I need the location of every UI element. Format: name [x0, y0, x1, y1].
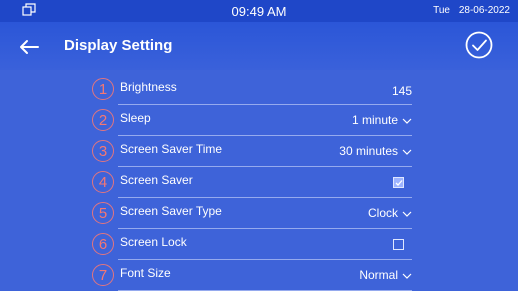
- setting-label: Screen Saver Time: [120, 142, 223, 156]
- annotation-number: 4: [92, 171, 114, 193]
- chevron-down-icon: [402, 118, 412, 124]
- setting-row-screen-lock[interactable]: 6 Screen Lock: [92, 229, 422, 260]
- setting-row-screen-saver[interactable]: 4 Screen Saver: [92, 167, 422, 198]
- setting-label: Sleep: [120, 111, 151, 125]
- annotation-number: 3: [92, 140, 114, 162]
- screen-saver-checkbox[interactable]: [393, 177, 404, 188]
- chevron-down-icon: [402, 149, 412, 155]
- annotation-number: 2: [92, 109, 114, 131]
- back-arrow-icon[interactable]: [18, 36, 40, 58]
- chevron-down-icon: [402, 273, 412, 279]
- setting-value: 30 minutes: [339, 144, 412, 158]
- status-date: 28-06-2022: [458, 5, 510, 16]
- annotation-number: 6: [92, 233, 114, 255]
- annotation-number: 5: [92, 202, 114, 224]
- setting-row-screen-saver-type[interactable]: 5 Screen Saver Type Clock: [92, 198, 422, 229]
- setting-label: Screen Lock: [120, 235, 187, 249]
- setting-row-screen-saver-time[interactable]: 3 Screen Saver Time 30 minutes: [92, 136, 422, 167]
- status-day: Tue: [433, 5, 450, 16]
- setting-label: Screen Saver Type: [120, 204, 222, 218]
- setting-row-brightness[interactable]: 1 Brightness 145: [92, 74, 422, 105]
- setting-value: 1 minute: [352, 113, 412, 127]
- checkmark-icon: [395, 180, 403, 186]
- setting-value: Clock: [368, 206, 412, 220]
- status-bar: 09:49 AM Tue 28-06-2022: [0, 0, 518, 22]
- setting-value: Normal: [359, 268, 412, 282]
- annotation-number: 7: [92, 264, 114, 286]
- confirm-check-icon[interactable]: [464, 30, 494, 60]
- chevron-down-icon: [402, 211, 412, 217]
- setting-label: Font Size: [120, 266, 171, 280]
- setting-row-font-size[interactable]: 7 Font Size Normal: [92, 260, 422, 291]
- screen-lock-checkbox[interactable]: [393, 239, 404, 250]
- setting-row-sleep[interactable]: 2 Sleep 1 minute: [92, 105, 422, 136]
- title-bar: Display Setting: [0, 22, 518, 70]
- setting-value: 145: [391, 84, 412, 98]
- setting-label: Screen Saver: [120, 173, 193, 187]
- annotation-number: 1: [92, 78, 114, 100]
- setting-label: Brightness: [120, 80, 177, 94]
- page-title: Display Setting: [64, 37, 173, 54]
